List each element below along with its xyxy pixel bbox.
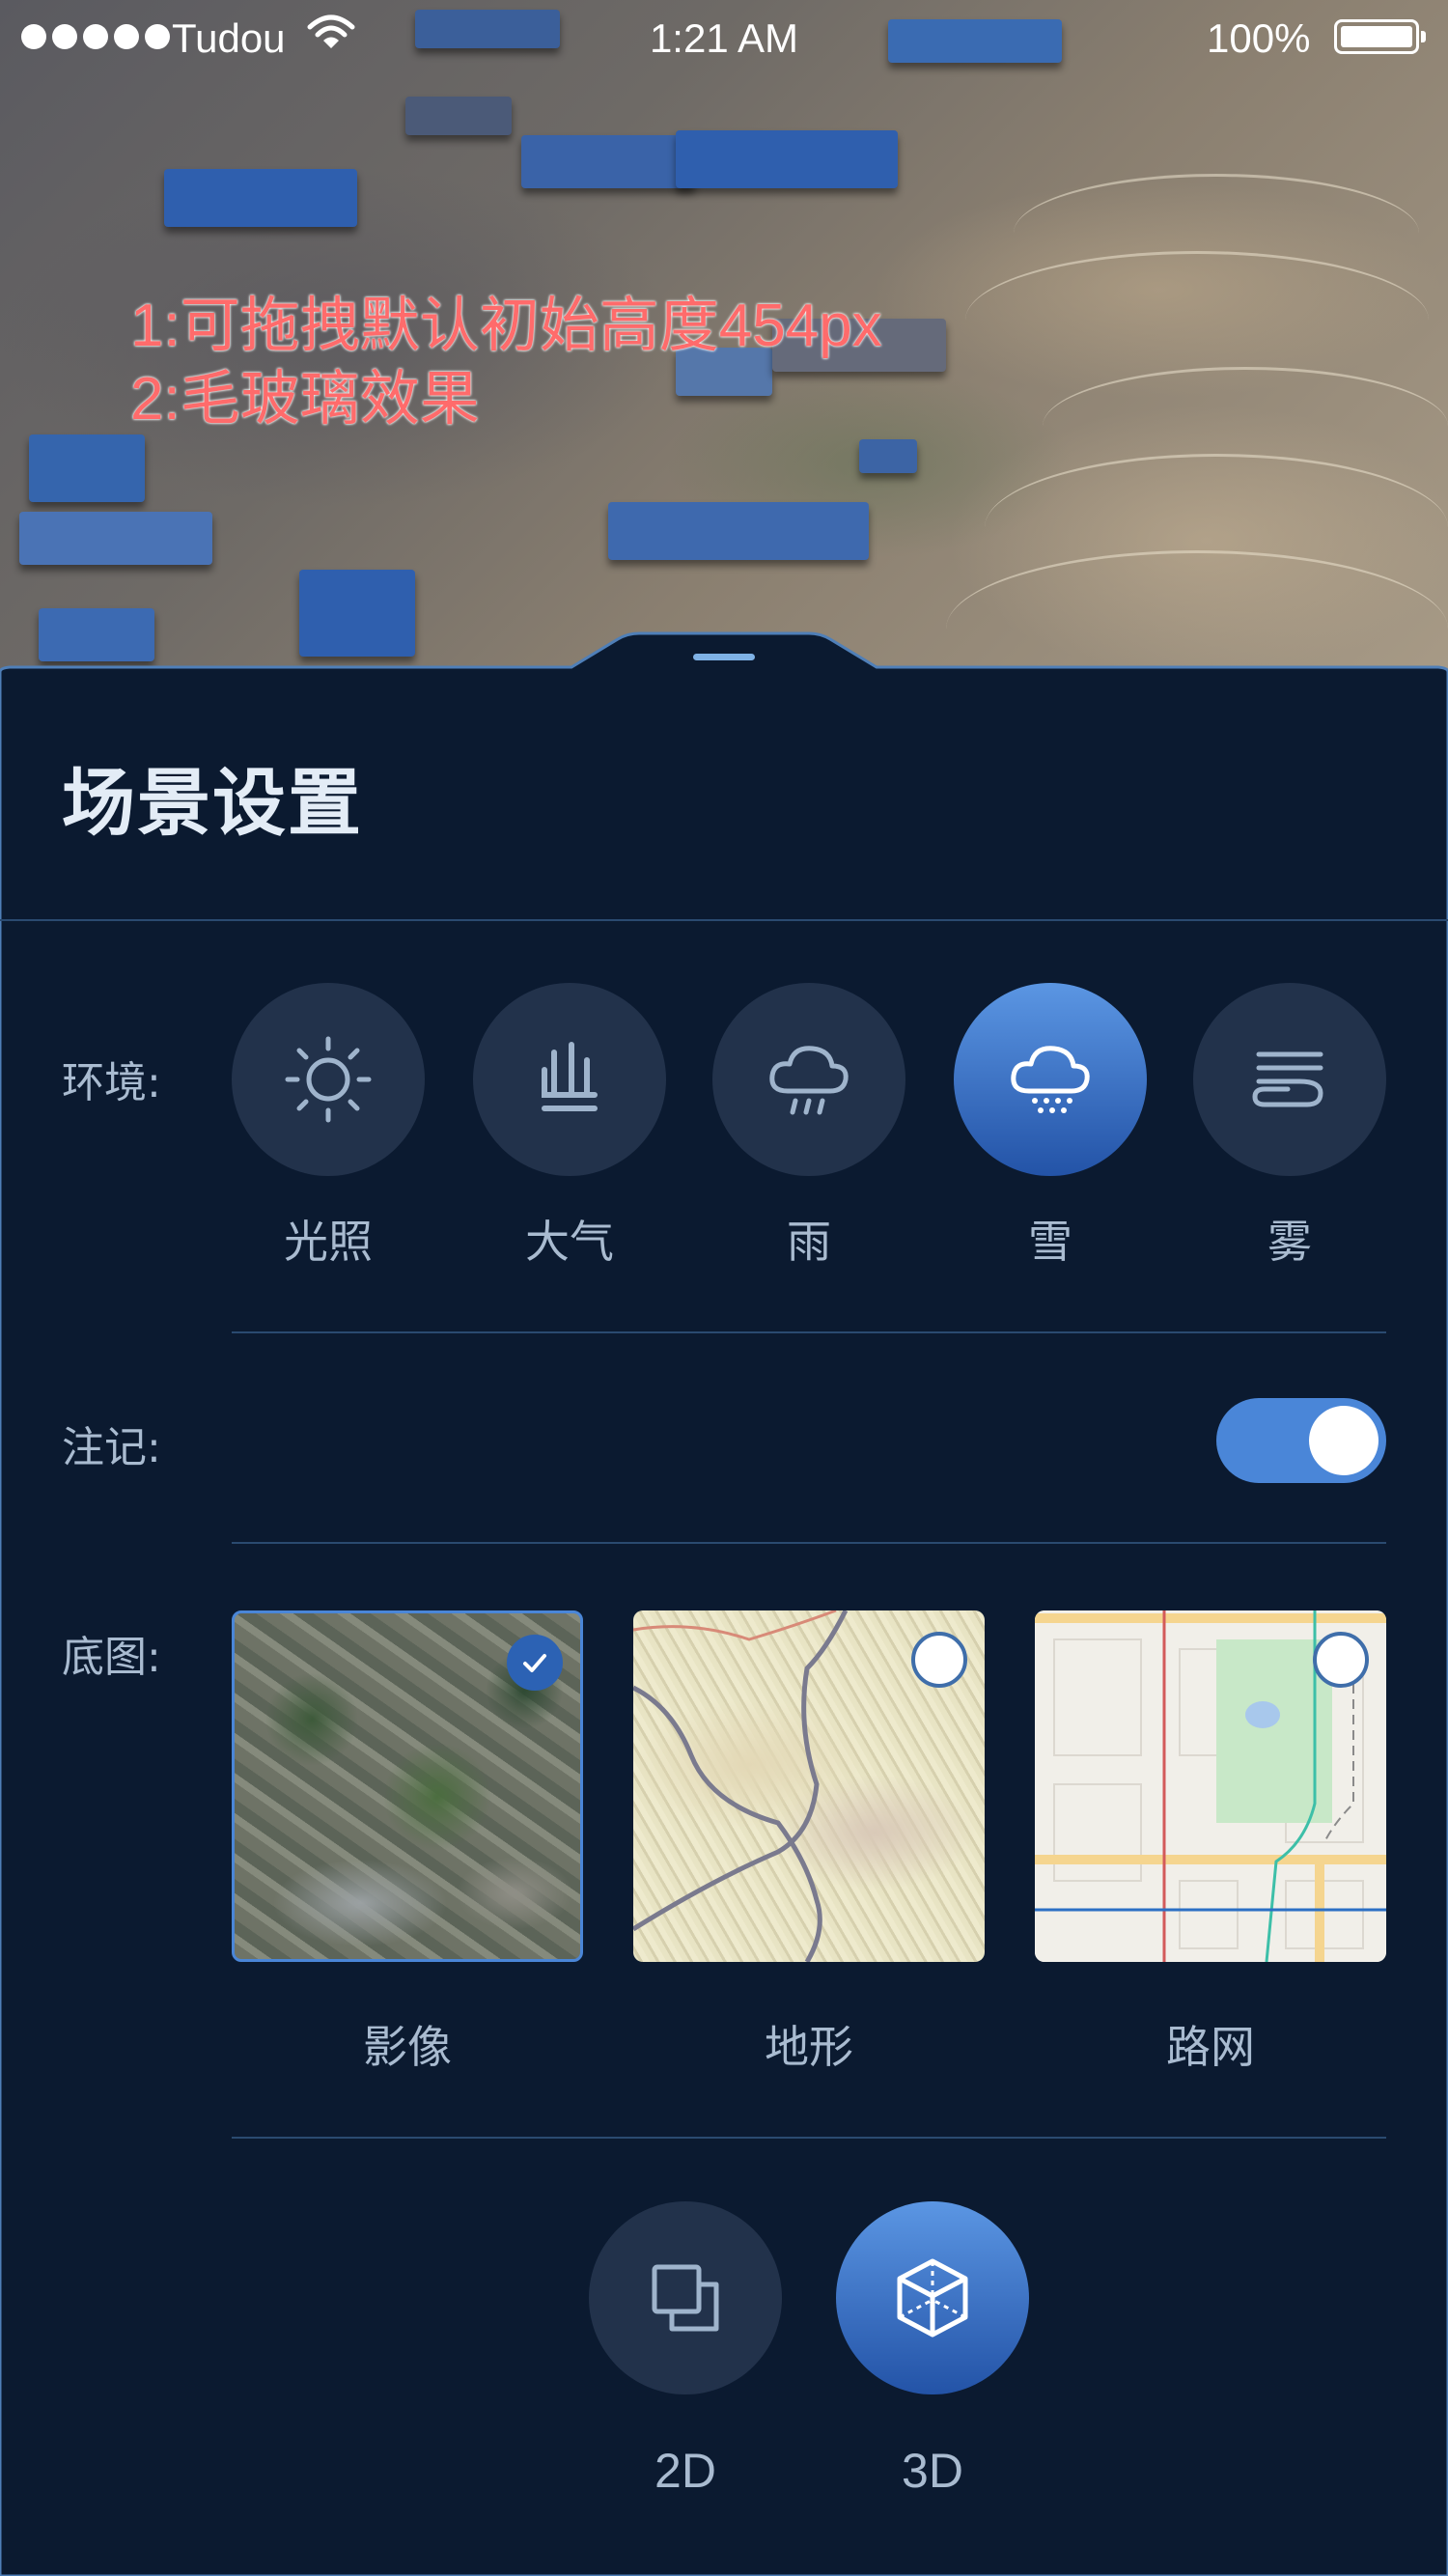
- env-option-fog[interactable]: 雾: [1193, 983, 1386, 1271]
- roads-unselected-radio: [1313, 1632, 1369, 1688]
- rain-icon: [769, 1046, 849, 1115]
- snow-icon: [1011, 1046, 1090, 1113]
- env-option-snow[interactable]: 雪: [954, 983, 1147, 1271]
- env-option-rain[interactable]: 雨: [712, 983, 905, 1271]
- annotation-toggle-switch[interactable]: [1216, 1398, 1386, 1483]
- aerial-3d-scene[interactable]: 1:可拖拽默认初始高度454px 2:毛玻璃效果: [0, 0, 1448, 676]
- env-option-label: 光照: [284, 1216, 373, 1268]
- battery-percent: 100%: [1207, 15, 1311, 61]
- scene-building: [608, 502, 869, 560]
- 3d-cube-icon: [897, 2258, 968, 2338]
- basemap-option-label: 地形: [765, 2021, 853, 2073]
- scene-building: [405, 97, 512, 135]
- env-option-atmosphere[interactable]: 大气: [473, 983, 666, 1271]
- environment-label: 环境:: [62, 1058, 161, 1107]
- scene-building: [19, 512, 212, 565]
- imagery-selected-radio: [507, 1635, 563, 1691]
- basemap-option-imagery[interactable]: 影像: [232, 1610, 583, 2076]
- view-mode-2d[interactable]: 2D: [589, 2201, 782, 2499]
- scene-building: [164, 169, 357, 227]
- fog-icon: [1252, 1051, 1323, 1107]
- design-annotation: 1:可拖拽默认初始高度454px 2:毛玻璃效果: [130, 290, 882, 436]
- view-mode-3d[interactable]: 3D: [836, 2201, 1029, 2499]
- env-option-label: 雪: [1028, 1216, 1072, 1268]
- scene-building: [521, 135, 695, 188]
- basemap-option-terrain[interactable]: 地形: [633, 1610, 985, 2076]
- env-option-label: 大气: [525, 1216, 614, 1268]
- scene-building: [29, 434, 145, 502]
- 2d-icon: [652, 2264, 719, 2332]
- sun-icon: [285, 1036, 372, 1123]
- env-option-label: 雾: [1267, 1216, 1312, 1268]
- annotation-toggle-label: 注记:: [62, 1423, 161, 1472]
- terrain-unselected-radio: [911, 1632, 967, 1688]
- environment-divider: [232, 1331, 1386, 1333]
- checkmark-icon: [523, 1654, 546, 1672]
- annotation-divider: [232, 1542, 1386, 1544]
- status-bar: Tudou 1:21 AM 100%: [0, 0, 1448, 77]
- scene-settings-panel: 场景设置 环境: 光照 大气 雨 雪 雾 注记: 底图: 影像 地形 路网 2D…: [0, 618, 1448, 2576]
- annotation-line-2: 2:毛玻璃效果: [130, 366, 480, 433]
- terrain-thumbnail: [633, 1610, 985, 1962]
- imagery-thumbnail: [232, 1610, 583, 1962]
- panel-title: 场景设置: [62, 760, 363, 846]
- battery-icon: [1334, 19, 1426, 54]
- toggle-knob: [1309, 1406, 1378, 1475]
- view-mode-label: 3D: [902, 2444, 963, 2498]
- scene-building: [859, 439, 917, 473]
- title-divider: [0, 919, 1448, 921]
- basemap-option-label: 影像: [363, 2021, 452, 2073]
- basemap-option-roads[interactable]: 路网: [1035, 1610, 1386, 2076]
- drag-handle[interactable]: [693, 654, 755, 660]
- scene-building: [676, 130, 898, 188]
- env-option-label: 雨: [787, 1216, 831, 1268]
- basemap-divider: [232, 2137, 1386, 2139]
- basemap-option-label: 路网: [1166, 2021, 1255, 2073]
- env-option-light[interactable]: 光照: [232, 983, 425, 1271]
- basemap-label: 底图:: [62, 1633, 161, 1682]
- atmosphere-icon: [542, 1042, 598, 1111]
- annotation-line-1: 1:可拖拽默认初始高度454px: [130, 293, 882, 359]
- view-mode-label: 2D: [654, 2444, 716, 2498]
- roads-thumbnail: [1035, 1610, 1386, 1962]
